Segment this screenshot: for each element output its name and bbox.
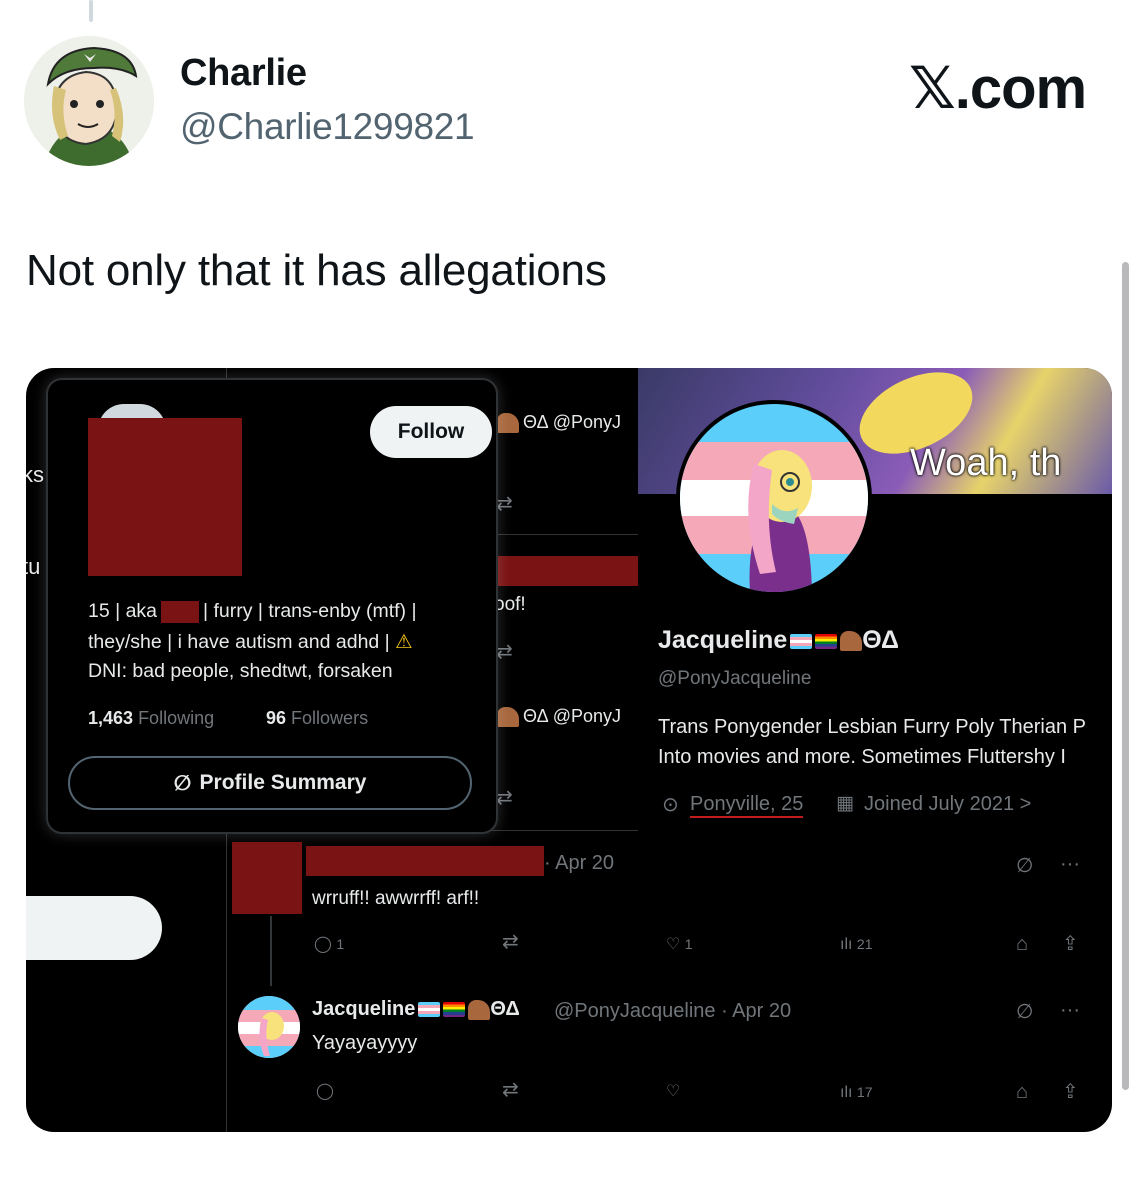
grok-icon[interactable]: ∅ (1016, 1002, 1033, 1022)
redaction-box (161, 600, 200, 623)
grok-icon: ∅ (173, 771, 192, 795)
analytics-icon: ılı (840, 936, 853, 953)
horse-emoji-icon (497, 413, 519, 434)
row-divider (490, 830, 638, 831)
reply-icon: ◯ (314, 936, 332, 953)
followers-stat[interactable]: 96 Followers (266, 708, 368, 729)
profile-joined[interactable]: Joined July 2021 > (864, 793, 1031, 816)
left-pill-button[interactable] (26, 896, 162, 960)
follow-button[interactable]: Follow (370, 406, 492, 458)
middle-handle-fragment-1: ΘΔ @PonyJ (494, 412, 621, 434)
reply-thread-line (270, 916, 272, 986)
author-avatar[interactable] (24, 36, 154, 166)
redaction-box (232, 842, 302, 914)
author-handle[interactable]: @Charlie1299821 (180, 106, 475, 148)
author-avatar-illustration (24, 36, 154, 166)
bookmark-icon[interactable]: ⌂ (1016, 934, 1028, 954)
middle-handle-fragment-2: ΘΔ @PonyJ (494, 706, 621, 728)
profile-summary-button[interactable]: ∅ Profile Summary (68, 756, 472, 810)
retweet-icon[interactable]: ⇄ (502, 932, 519, 952)
hover-bio-line-3: DNI: bad people, shedtwt, forsaken (88, 660, 393, 682)
left-edge-fragment-2: tu (26, 554, 41, 579)
jacq-tweet-name[interactable]: Jacqueline ΘΔ (312, 998, 520, 1021)
bookmark-icon[interactable]: ⌂ (1016, 1082, 1028, 1102)
retweet-icon[interactable]: ⇄ (502, 1080, 519, 1100)
jacq-tweet-text: Yayayayyyy (312, 1032, 418, 1054)
retweet-icon[interactable]: ⇄ (496, 642, 513, 662)
retweet-icon[interactable]: ⇄ (496, 494, 513, 514)
left-edge-fragment-1: ks (26, 462, 44, 487)
heart-icon[interactable]: ♡ (666, 1082, 680, 1102)
hover-bio-line-2: they/she | i have autism and adhd | ⚠ (88, 631, 413, 653)
redaction-box (306, 846, 544, 876)
retweet-icon[interactable]: ⇄ (496, 788, 513, 808)
redaction-box (496, 556, 638, 586)
rainbow-flag-icon (815, 633, 838, 649)
reply-fragment: oof! (494, 594, 526, 615)
more-icon[interactable]: ··· (1060, 854, 1080, 874)
pony-avatar-illustration (680, 404, 868, 592)
horse-emoji-icon (497, 707, 519, 728)
reply-date[interactable]: · Apr 20 (544, 852, 614, 875)
row-divider (490, 534, 638, 535)
profile-handle[interactable]: @PonyJacqueline (658, 668, 811, 690)
profile-bio-line-1: Trans Ponygender Lesbian Furry Poly Ther… (658, 716, 1086, 738)
redaction-box (88, 418, 242, 576)
trans-flag-icon (790, 633, 813, 649)
view-count-action[interactable]: ılı 17 (840, 1082, 872, 1103)
share-icon[interactable]: ⇪ (1062, 934, 1079, 954)
heart-icon: ♡ (666, 936, 681, 953)
trans-flag-icon (418, 1002, 441, 1018)
thread-connector-line (89, 0, 93, 22)
profile-bio-line-2: Into movies and more. Sometimes Flutters… (658, 746, 1066, 768)
profile-location: Ponyville, 25 (690, 793, 804, 818)
banner-text: Woah, th (910, 442, 1062, 484)
rainbow-flag-icon (443, 1002, 466, 1018)
author-name[interactable]: Charlie (180, 52, 307, 95)
horse-emoji-icon (840, 631, 863, 652)
calendar-icon: ▦ (836, 793, 854, 814)
share-icon[interactable]: ⇪ (1062, 1082, 1079, 1102)
like-count-action[interactable]: ♡ 1 (666, 934, 693, 955)
x-com-watermark: 𝕏.com (909, 56, 1087, 121)
more-icon[interactable]: ··· (1060, 1000, 1080, 1020)
analytics-icon: ılı (840, 1084, 853, 1101)
reply-text: wrruff!! awwrrff! arf!! (312, 888, 480, 909)
jacq-tweet-avatar[interactable] (238, 996, 300, 1058)
reply-count-action[interactable]: ◯ 1 (314, 934, 344, 955)
grok-icon[interactable]: ∅ (1016, 856, 1033, 876)
tweet-text: Not only that it has allegations (26, 246, 607, 295)
scrollbar[interactable] (1122, 262, 1129, 1090)
profile-hover-card[interactable]: Follow 15 | aka | furry | trans-enby (mtf… (46, 378, 498, 834)
horse-emoji-icon (468, 999, 491, 1020)
reply-icon[interactable]: ◯ (316, 1082, 334, 1102)
following-stat[interactable]: 1,463 Following (88, 708, 214, 729)
profile-avatar[interactable] (676, 400, 872, 596)
warning-icon: ⚠ (395, 631, 413, 653)
hover-bio-line-1: 15 | aka | furry | trans-enby (mtf) | (88, 600, 417, 623)
jacq-tweet-handle-date[interactable]: @PonyJacqueline · Apr 20 (554, 1000, 791, 1023)
profile-display-name[interactable]: Jacqueline ΘΔ (658, 626, 899, 655)
location-icon: ⊙ (662, 794, 679, 816)
view-count-action[interactable]: ılı 21 (840, 934, 872, 955)
embedded-screenshot[interactable]: ks tu ΘΔ @PonyJ ⇄ oof! ⇄ ΘΔ @PonyJ ⇄ Woa… (26, 368, 1112, 1132)
pony-avatar-illustration (238, 996, 300, 1058)
